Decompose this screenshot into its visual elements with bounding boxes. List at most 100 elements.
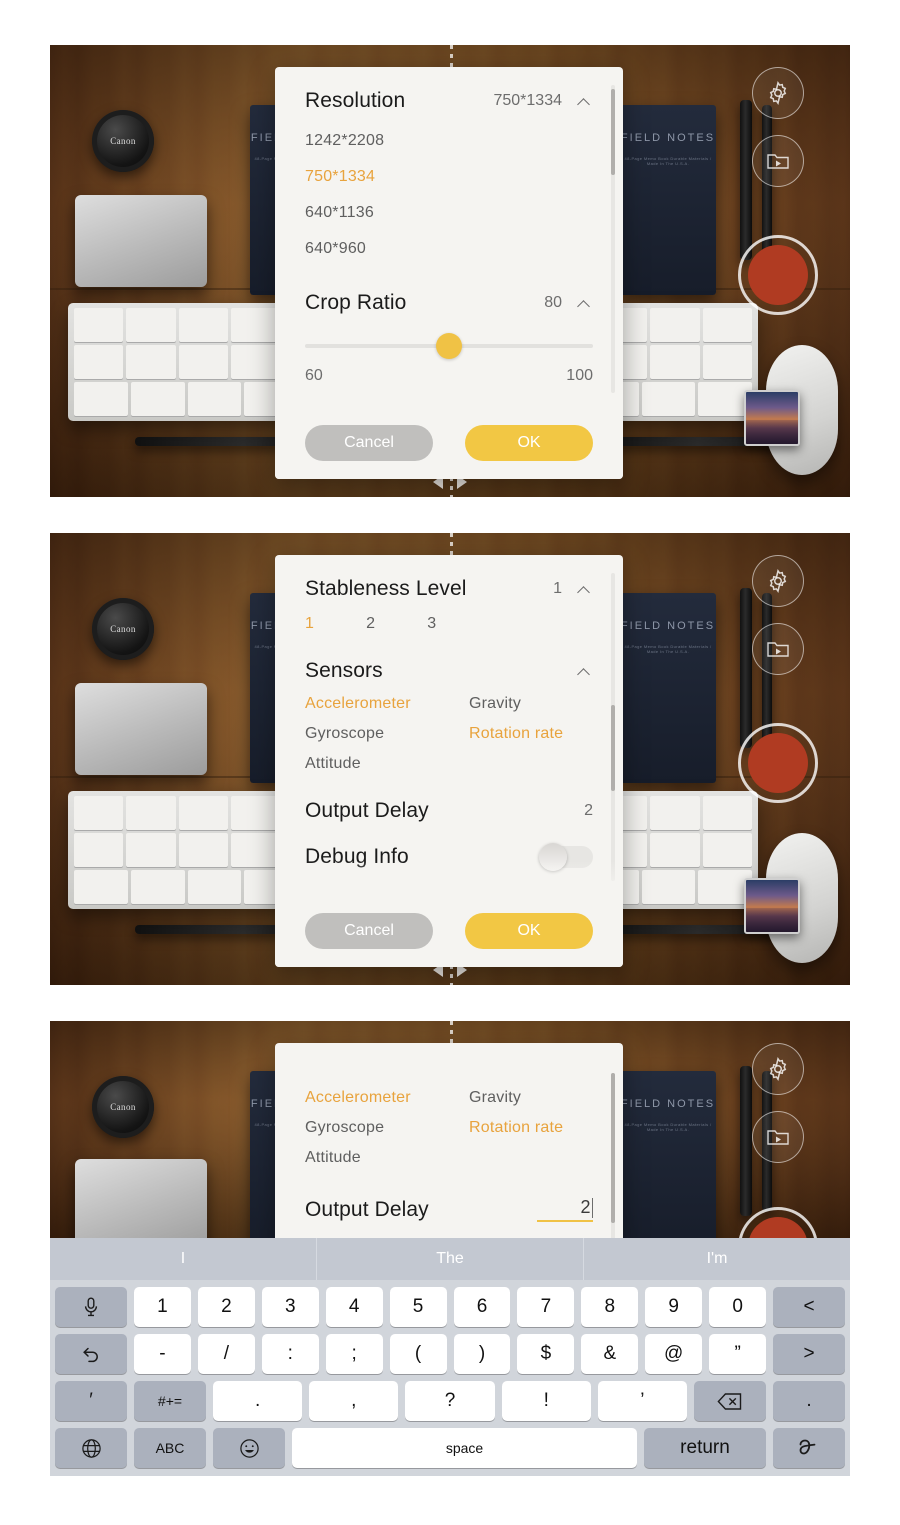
slider-knob[interactable] [436,333,462,359]
key-period-right[interactable]: . [773,1381,846,1421]
key-2[interactable]: 2 [197,1287,255,1327]
return-key[interactable]: return [644,1428,766,1468]
key-0[interactable]: 0 [709,1287,767,1327]
space-key[interactable]: space [292,1428,637,1468]
chevron-up-icon[interactable] [578,94,593,109]
backspace-icon[interactable] [694,1381,767,1421]
sensor-option[interactable]: Gravity [469,689,593,719]
key-1[interactable]: 1 [134,1287,191,1327]
video-folder-icon[interactable] [752,1111,804,1163]
output-delay-value[interactable]: 2 [584,802,593,820]
resolution-option-selected[interactable]: 750*1334 [305,159,593,195]
key-8[interactable]: 8 [581,1287,639,1327]
sensor-option[interactable]: Gyroscope [305,1113,469,1143]
key-at[interactable]: @ [645,1334,703,1374]
handwriting-icon[interactable] [773,1428,845,1468]
dialog-scrollbar[interactable] [611,1073,615,1243]
key-paren-close[interactable]: ) [453,1334,511,1374]
undo-icon[interactable] [55,1334,127,1374]
record-button[interactable] [738,235,818,315]
resolution-option[interactable]: 1242*2208 [305,123,593,159]
key-ampersand[interactable]: & [581,1334,639,1374]
sensor-option-selected[interactable]: Rotation rate [469,1113,593,1143]
resolution-option[interactable]: 640*960 [305,231,593,267]
cancel-button[interactable]: Cancel [305,913,433,949]
key-dollar[interactable]: $ [517,1334,575,1374]
key-5[interactable]: 5 [389,1287,447,1327]
key-question[interactable]: ? [405,1381,495,1421]
key-7[interactable]: 7 [517,1287,575,1327]
key-period[interactable]: . [213,1381,303,1421]
crop-ratio-slider[interactable] [305,333,593,359]
key-semicolon[interactable]: ; [325,1334,383,1374]
stableness-option[interactable]: 3 [427,607,436,641]
globe-icon[interactable] [55,1428,127,1468]
gear-icon[interactable] [752,555,804,607]
resolution-option-list: 1242*2208 750*1334 640*1136 640*960 [305,123,593,267]
resolution-header[interactable]: Resolution 750*1334 [305,89,593,113]
key-paren-open[interactable]: ( [389,1334,447,1374]
chevron-up-icon[interactable] [578,296,593,311]
key-abc-toggle[interactable]: ABC [134,1428,206,1468]
debug-info-toggle[interactable] [539,843,593,871]
dialog-scrollbar[interactable] [611,573,615,881]
record-button[interactable] [738,723,818,803]
key-exclamation[interactable]: ! [501,1381,591,1421]
settings-dialog-resolution: Resolution 750*1334 1242*2208 750*1334 6… [275,67,623,479]
output-delay-input[interactable]: 2 [537,1197,593,1222]
stableness-header[interactable]: Stableness Level 1 [305,577,593,601]
microphone-icon[interactable] [55,1287,127,1327]
key-apostrophe[interactable]: ’ [597,1381,688,1421]
stableness-value: 1 [553,580,562,597]
dialog-scrollbar[interactable] [611,85,615,393]
output-delay-header[interactable]: Output Delay 2 [305,799,593,823]
key-quote-double[interactable]: ” [709,1334,767,1374]
key-comma[interactable]: , [309,1381,399,1421]
suggestion-item[interactable]: I [50,1238,316,1280]
last-capture-thumbnail[interactable] [744,878,800,934]
key-next-arrow[interactable]: > [773,1334,846,1374]
gear-icon[interactable] [752,1043,804,1095]
stableness-option-selected[interactable]: 1 [305,607,314,641]
scrollbar-thumb[interactable] [611,705,615,791]
key-hyphen[interactable]: - [134,1334,191,1374]
key-prime[interactable]: ′ [55,1381,127,1421]
keyboard-row-3: ′ #+= . , ? ! ’ . [50,1381,850,1421]
sensor-option[interactable]: Gravity [469,1083,593,1113]
crop-ratio-header[interactable]: Crop Ratio 80 [305,291,593,315]
key-3[interactable]: 3 [261,1287,319,1327]
suggestion-item[interactable]: The [316,1238,583,1280]
ok-button[interactable]: OK [465,425,593,461]
sensors-header[interactable]: Sensors [305,659,593,683]
video-folder-icon[interactable] [752,135,804,187]
sensor-option-selected[interactable]: Accelerometer [305,1083,469,1113]
debug-info-row[interactable]: Debug Info [305,843,593,871]
ok-button[interactable]: OK [465,913,593,949]
cancel-button[interactable]: Cancel [305,425,433,461]
sensor-option[interactable]: Attitude [305,749,469,779]
sensor-option-selected[interactable]: Rotation rate [469,719,593,749]
split-divider[interactable] [450,1021,453,1045]
chevron-up-icon[interactable] [578,664,593,679]
resolution-option[interactable]: 640*1136 [305,195,593,231]
suggestion-item[interactable]: I'm [583,1238,850,1280]
text-caret [591,1198,593,1218]
key-symbols-toggle[interactable]: #+= [134,1381,206,1421]
scrollbar-thumb[interactable] [611,89,615,175]
chevron-up-icon[interactable] [578,582,593,597]
sensor-option[interactable]: Attitude [305,1143,469,1173]
scrollbar-thumb[interactable] [611,1073,615,1223]
video-folder-icon[interactable] [752,623,804,675]
key-6[interactable]: 6 [453,1287,511,1327]
key-9[interactable]: 9 [645,1287,703,1327]
sensor-option[interactable]: Gyroscope [305,719,469,749]
last-capture-thumbnail[interactable] [744,390,800,446]
key-prev-arrow[interactable]: < [773,1287,846,1327]
key-colon[interactable]: : [261,1334,319,1374]
key-4[interactable]: 4 [325,1287,383,1327]
stableness-option[interactable]: 2 [366,607,375,641]
key-slash[interactable]: / [197,1334,255,1374]
sensor-option-selected[interactable]: Accelerometer [305,689,469,719]
emoji-icon[interactable] [213,1428,285,1468]
gear-icon[interactable] [752,67,804,119]
